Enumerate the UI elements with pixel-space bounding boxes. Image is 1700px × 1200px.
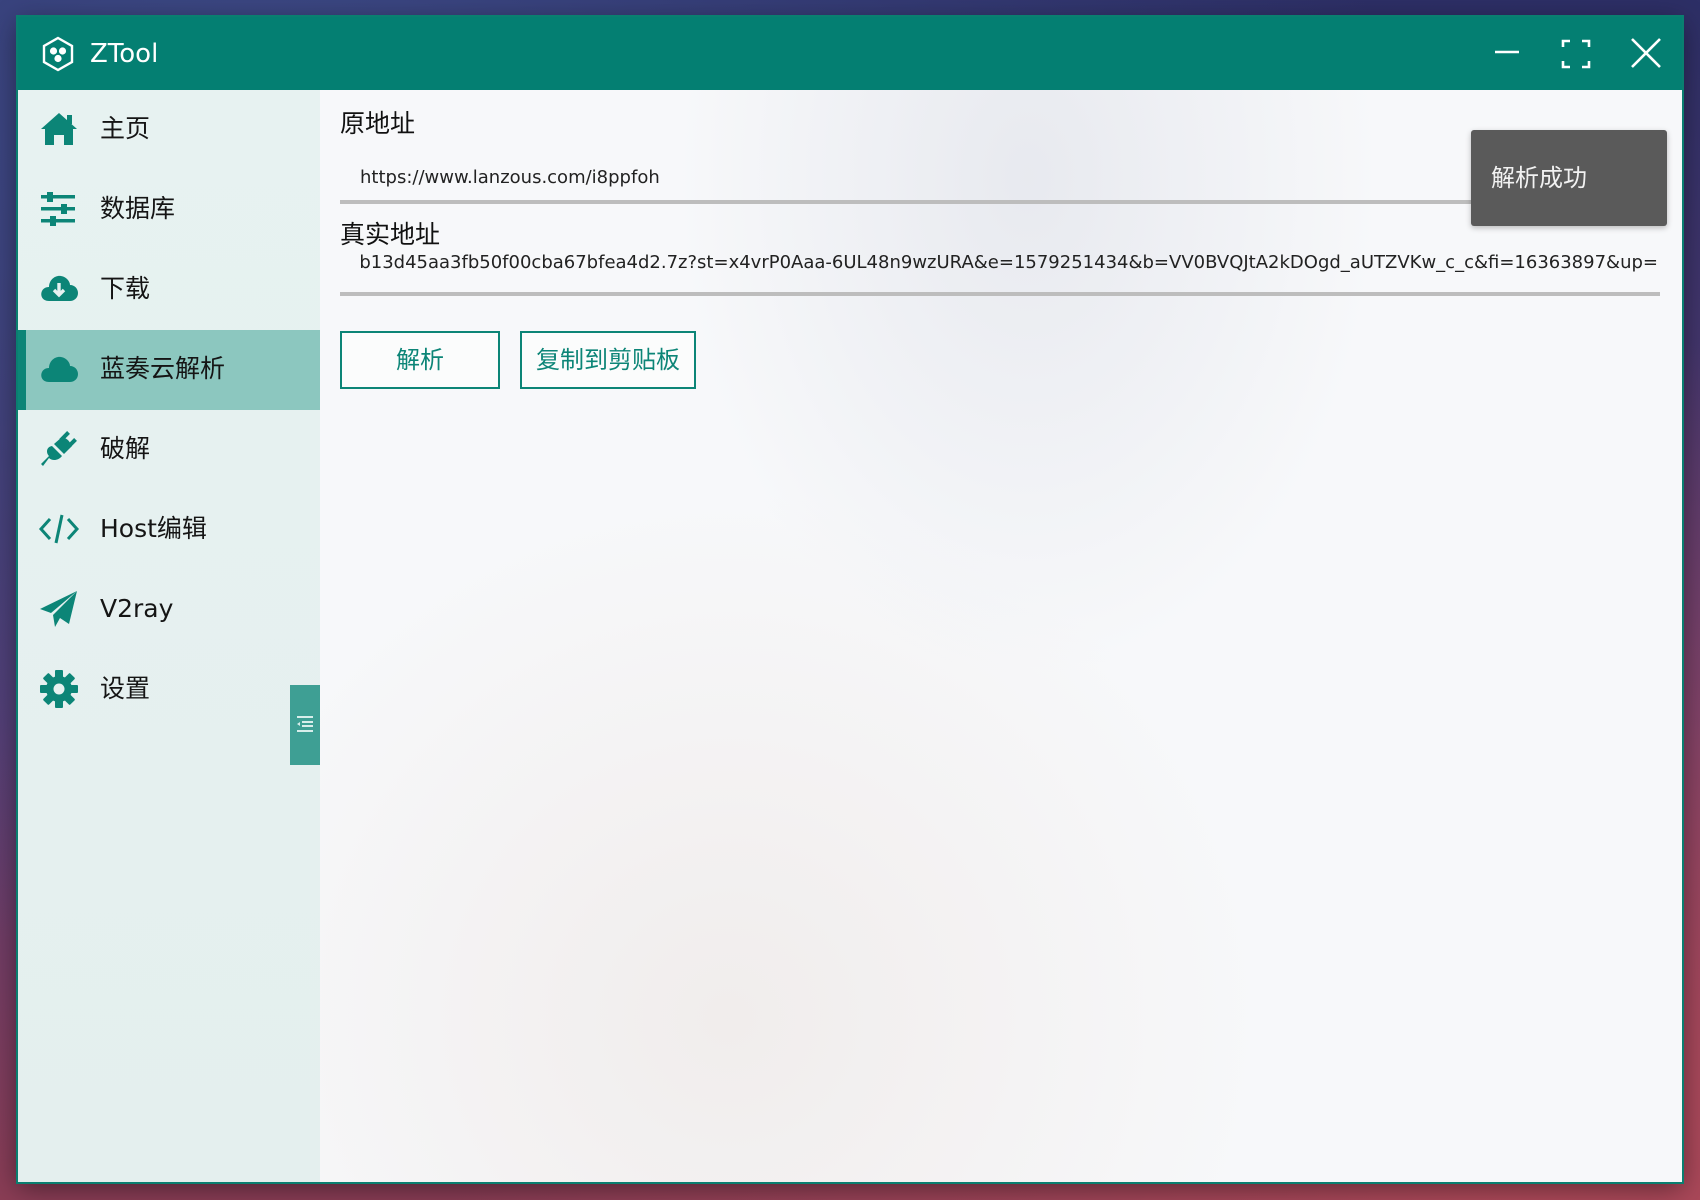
sidebar-item-label: 下载 — [100, 274, 151, 303]
sidebar-item-home[interactable]: 主页 — [18, 90, 320, 170]
copy-to-clipboard-button[interactable]: 复制到剪贴板 — [520, 331, 696, 389]
real-url-text: 5/0df9b13d45aa3fb50f00cba67bfea4d2.7z?st… — [360, 252, 1658, 273]
minimize-icon — [1495, 50, 1519, 54]
sidebar-item-v2ray[interactable]: V2ray — [18, 570, 320, 650]
app-title: ZTool — [90, 39, 159, 69]
toast-notification: 解析成功 — [1471, 130, 1667, 226]
code-icon — [38, 514, 80, 544]
sidebar-item-settings[interactable]: 设置 — [18, 650, 320, 730]
parse-button[interactable]: 解析 — [340, 331, 500, 389]
sidebar-item-label: Host编辑 — [100, 514, 207, 543]
title-bar[interactable]: ZTool — [18, 17, 1682, 90]
plug-icon — [41, 431, 77, 466]
cloud-download-icon — [41, 275, 78, 301]
sidebar-item-download[interactable]: 下载 — [18, 250, 320, 330]
paper-plane-icon — [40, 591, 77, 627]
sidebar-item-crack[interactable]: 破解 — [18, 410, 320, 490]
sidebar-item-label: 破解 — [100, 434, 151, 463]
maximize-icon — [1561, 39, 1591, 69]
maximize-button[interactable] — [1552, 31, 1600, 77]
real-url-value: 5/0df9b13d45aa3fb50f00cba67bfea4d2.7z?st… — [360, 248, 1658, 278]
ztool-logo-icon — [42, 36, 74, 72]
sliders-icon — [41, 192, 75, 226]
cloud-icon — [41, 356, 78, 382]
gear-icon — [40, 670, 78, 708]
sidebar-nav: 主页 数据库 下载 蓝奏云解析 破解 Host编辑 V2ray 设置 — [18, 90, 320, 1182]
sidebar-item-label: 设置 — [100, 674, 151, 703]
close-icon — [1631, 38, 1661, 68]
sidebar-item-host-edit[interactable]: Host编辑 — [18, 490, 320, 570]
sidebar-item-label: 主页 — [100, 114, 151, 143]
minimize-button[interactable] — [1482, 31, 1530, 77]
app-window: ZTool 主页 数据库 下载 蓝奏云解析 破解 Host编辑 V2ray 设置… — [18, 17, 1682, 1182]
home-icon — [41, 113, 77, 145]
sidebar-collapse-button[interactable] — [290, 685, 320, 765]
sidebar-item-database[interactable]: 数据库 — [18, 170, 320, 250]
original-url-input[interactable] — [340, 124, 1660, 204]
sidebar-item-label: 数据库 — [100, 194, 176, 223]
collapse-list-icon — [297, 716, 313, 732]
sidebar-item-label: V2ray — [100, 594, 174, 623]
sidebar-item-lanzou-parse[interactable]: 蓝奏云解析 — [18, 330, 320, 410]
sidebar-item-label: 蓝奏云解析 — [100, 354, 226, 383]
main-panel: 原地址 真实地址 5/0df9b13d45aa3fb50f00cba67bfea… — [320, 90, 1682, 1182]
close-button[interactable] — [1622, 31, 1670, 77]
